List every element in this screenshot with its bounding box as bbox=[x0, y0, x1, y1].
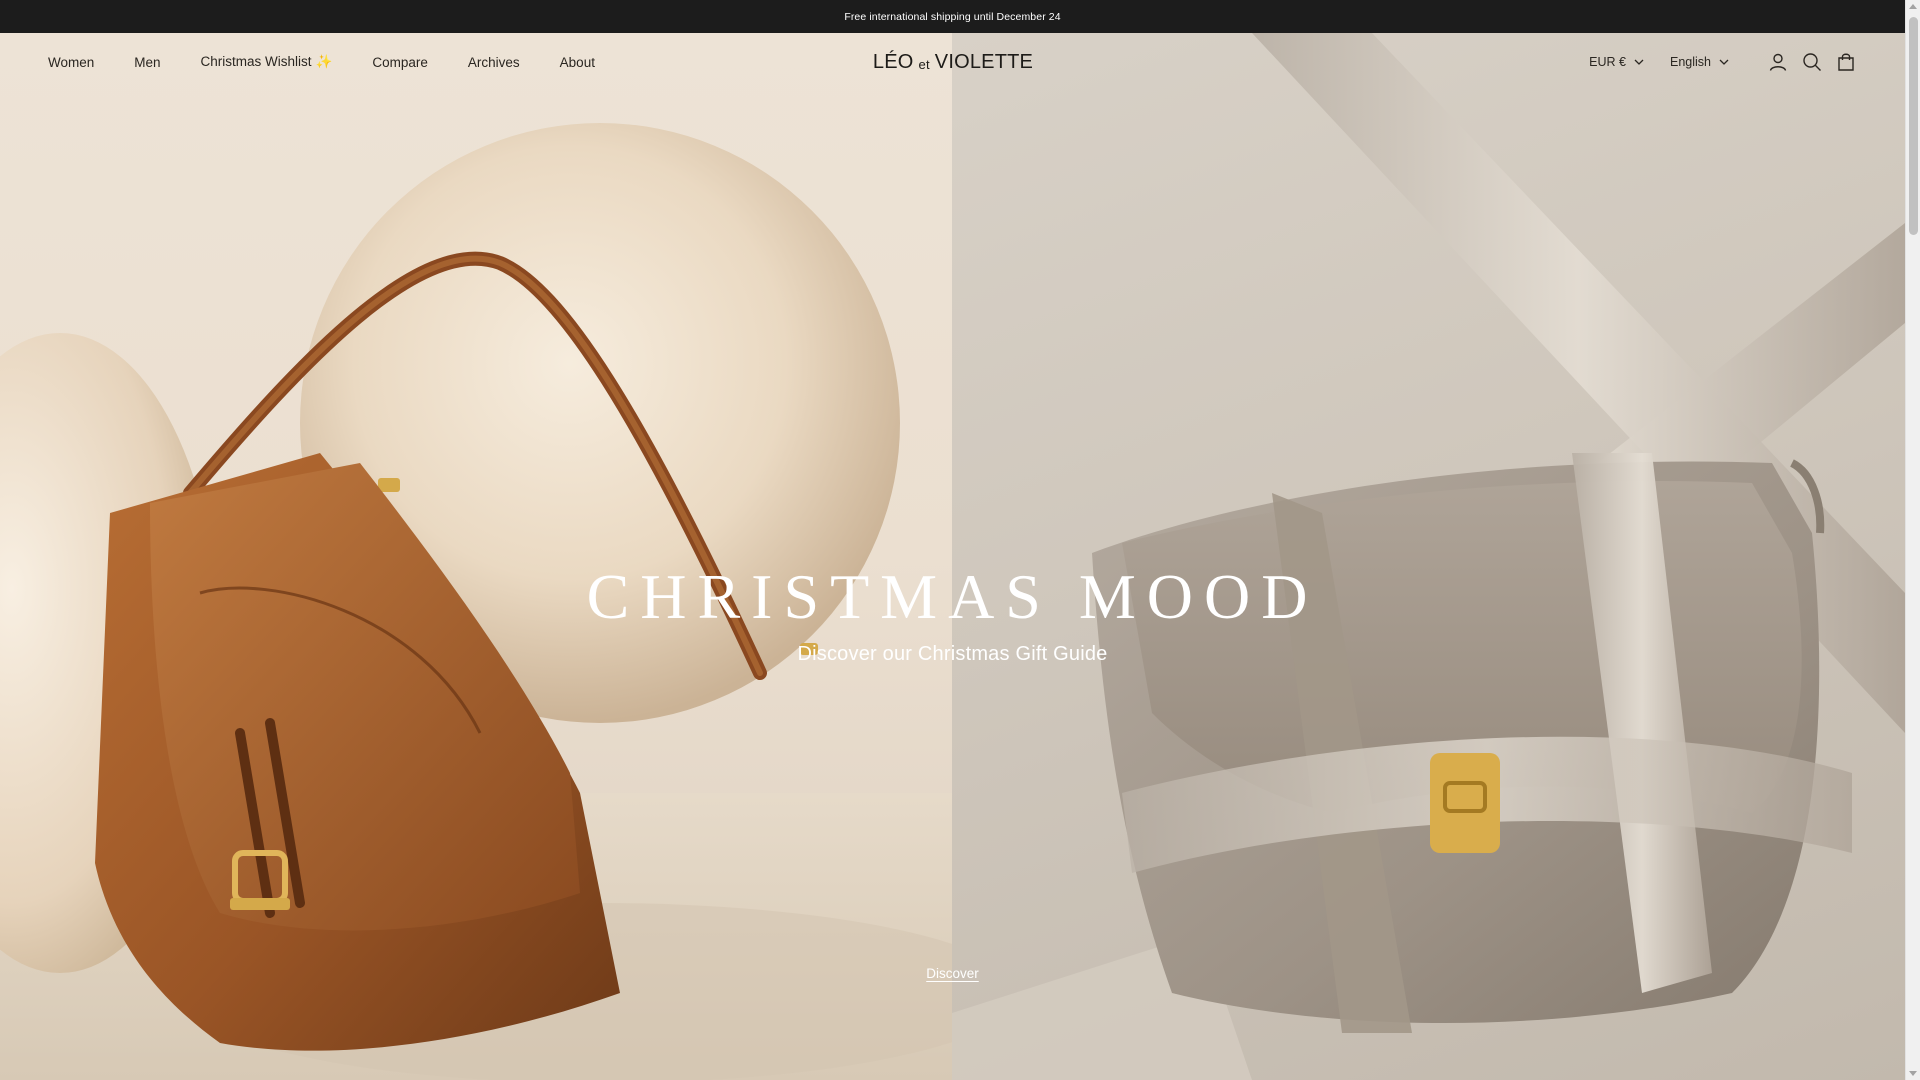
page-scrollbar[interactable] bbox=[1905, 0, 1920, 1080]
search-button[interactable] bbox=[1801, 51, 1823, 73]
scroll-down-arrow-icon[interactable] bbox=[1909, 1071, 1917, 1076]
cart-icon bbox=[1838, 53, 1854, 71]
hero-title: CHRISTMAS MOOD bbox=[586, 561, 1319, 632]
currency-label: EUR € bbox=[1589, 55, 1626, 69]
chevron-down-icon bbox=[1634, 59, 1644, 65]
hero-right-panel bbox=[952, 33, 1905, 1080]
header-actions: EUR € English bbox=[1589, 33, 1857, 91]
chevron-down-icon bbox=[1719, 59, 1729, 65]
nav-women[interactable]: Women bbox=[48, 55, 94, 70]
nav-compare[interactable]: Compare bbox=[372, 55, 428, 70]
brand-logo[interactable]: LÉO et VIOLETTE bbox=[873, 47, 1033, 77]
announcement-text: Free international shipping until Decemb… bbox=[844, 10, 1061, 23]
hero-banner[interactable] bbox=[0, 33, 1905, 1080]
cart-button[interactable] bbox=[1835, 51, 1857, 73]
hero-subtitle: Discover our Christmas Gift Guide bbox=[797, 643, 1108, 665]
nav-archives[interactable]: Archives bbox=[468, 55, 520, 70]
scroll-up-arrow-icon[interactable] bbox=[1909, 4, 1917, 9]
search-icon bbox=[1803, 53, 1821, 71]
hero-left-panel bbox=[0, 33, 952, 1080]
language-selector[interactable]: English bbox=[1670, 55, 1729, 69]
logo-part-3: VIOLETTE bbox=[934, 50, 1034, 73]
main-nav: Women Men Christmas Wishlist ✨ Compare Ar… bbox=[48, 33, 635, 91]
account-icon bbox=[1769, 53, 1787, 71]
site-header: Women Men Christmas Wishlist ✨ Compare Ar… bbox=[0, 33, 1905, 91]
language-label: English bbox=[1670, 55, 1711, 69]
currency-selector[interactable]: EUR € bbox=[1589, 55, 1644, 69]
nav-christmas-wishlist-label: Christmas Wishlist bbox=[200, 54, 312, 69]
nav-about[interactable]: About bbox=[560, 55, 595, 70]
grey-handbag-illustration bbox=[952, 33, 1905, 1080]
nav-men[interactable]: Men bbox=[134, 55, 160, 70]
nav-christmas-wishlist[interactable]: Christmas Wishlist ✨ bbox=[201, 54, 333, 70]
tan-handbag-illustration bbox=[0, 123, 952, 1080]
discover-link[interactable]: Discover bbox=[926, 966, 979, 981]
logo-part-2: et bbox=[918, 56, 930, 72]
logo-part-1: LÉO bbox=[872, 50, 914, 73]
announcement-bar: Free international shipping until Decemb… bbox=[0, 0, 1905, 33]
sparkles-icon: ✨ bbox=[315, 54, 333, 69]
scrollbar-thumb[interactable] bbox=[1909, 17, 1918, 235]
hero-cta-wrapper: Discover bbox=[0, 965, 1905, 983]
account-button[interactable] bbox=[1767, 51, 1789, 73]
